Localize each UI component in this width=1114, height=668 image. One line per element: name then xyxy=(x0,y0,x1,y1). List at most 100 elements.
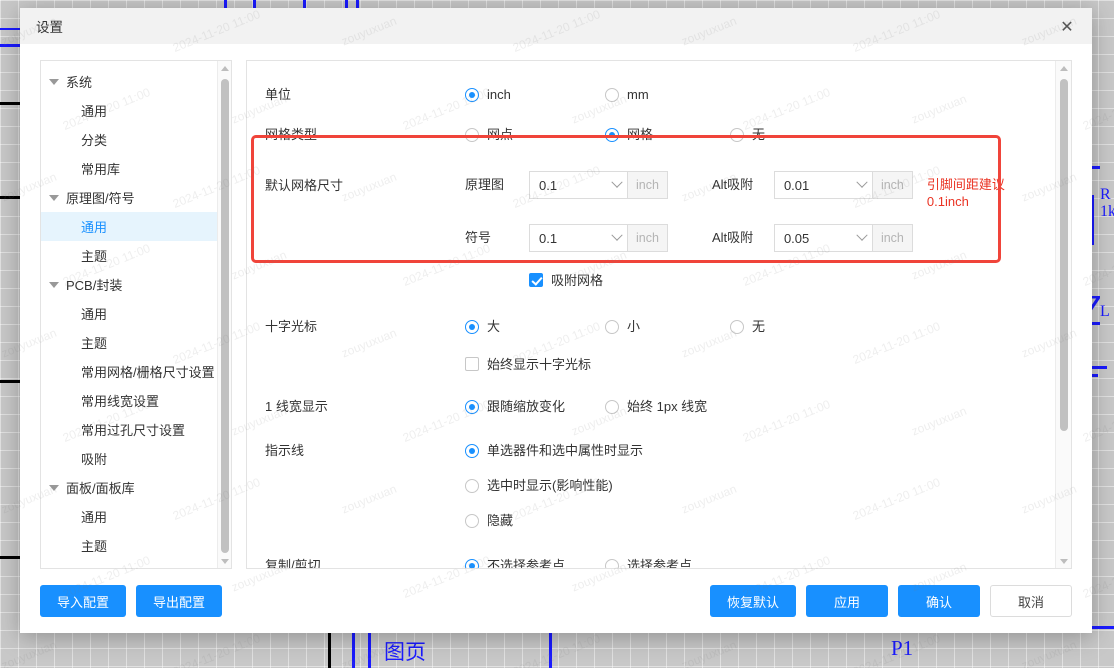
radio-linewidth-scale[interactable]: 跟随缩放变化 xyxy=(465,387,605,418)
nav-group-label: 原理图/符号 xyxy=(66,191,135,206)
radio-crosshair-small[interactable]: 小 xyxy=(605,307,730,338)
checkbox-always-show-crosshair[interactable]: 始终显示十字光标 xyxy=(465,354,591,373)
content-scrollbar-thumb[interactable] xyxy=(1060,79,1068,431)
radio-dot-icon xyxy=(605,559,619,568)
radio-copycut-no-ref[interactable]: 不选择参考点 xyxy=(465,546,605,568)
radio-linewidth-1px[interactable]: 始终 1px 线宽 xyxy=(605,387,707,418)
radio-dot-icon xyxy=(465,479,479,493)
radio-label: 大 xyxy=(487,319,501,334)
radio-gridtype-dots[interactable]: 网点 xyxy=(465,115,605,146)
nav-group-0[interactable]: 系统 xyxy=(41,67,217,96)
nav-item-11[interactable]: 常用线宽设置 xyxy=(41,386,217,415)
radio-dot-icon xyxy=(605,320,619,334)
restore-defaults-button[interactable]: 恢复默认 xyxy=(709,585,796,617)
nav-item-10[interactable]: 常用网格/栅格尺寸设置 xyxy=(41,357,217,386)
nav-item-17[interactable]: 常用字体 xyxy=(41,560,217,568)
dialog-title: 设置 xyxy=(36,20,63,35)
nav-item-9[interactable]: 主题 xyxy=(41,328,217,357)
nav-item-5[interactable]: 通用 xyxy=(41,212,217,241)
checkbox-check-icon xyxy=(529,272,543,287)
confirm-button[interactable]: 确认 xyxy=(898,585,980,617)
title-block-page-label: P1 xyxy=(891,636,914,660)
radio-dot-icon xyxy=(465,128,479,142)
schematic-alt-snap-select-box[interactable]: 0.01 xyxy=(773,171,872,199)
radio-unit-inch[interactable]: inch xyxy=(465,75,605,106)
radio-label: 单选器件和选中属性时显示 xyxy=(487,443,644,458)
radio-dot-icon xyxy=(465,514,479,528)
symbol-grid-select[interactable]: 0.1 inch xyxy=(529,224,668,252)
settings-dialog: 设置 ✕ 系统 通用 分类 常用库 原理图/符号 通用 主题 PCB/封装 通用 主题 常用网格/栅… xyxy=(20,8,1092,633)
row-indicator-line: 指示线 单选器件和选中属性时显示 选中时显示(影响性能) 隐藏 xyxy=(247,431,1055,532)
radio-indicator-hidden[interactable]: 隐藏 xyxy=(465,497,513,532)
checkbox-check-icon xyxy=(465,356,479,371)
nav-item-13[interactable]: 吸附 xyxy=(41,444,217,473)
radio-copycut-pick-ref[interactable]: 选择参考点 xyxy=(605,546,692,568)
checkbox-label: 始终显示十字光标 xyxy=(487,357,592,372)
row-grid-type-label: 网格类型 xyxy=(265,127,318,142)
radio-crosshair-large[interactable]: 大 xyxy=(465,307,605,338)
nav-item-6[interactable]: 主题 xyxy=(41,241,217,270)
radio-label: 不选择参考点 xyxy=(487,558,566,568)
scroll-down-arrow-icon[interactable] xyxy=(1056,554,1071,568)
caret-down-icon xyxy=(49,194,59,201)
symbol-grid-value: 0.1 xyxy=(539,230,558,246)
scroll-up-arrow-icon[interactable] xyxy=(218,61,231,75)
settings-nav-scroll-area: 系统 通用 分类 常用库 原理图/符号 通用 主题 PCB/封装 通用 主题 常用网格/栅格尺寸设置… xyxy=(41,61,217,568)
symbol-alt-snap-select-box[interactable]: 0.05 xyxy=(773,224,872,252)
schematic-alt-snap-value: 0.01 xyxy=(783,177,810,193)
caret-down-icon xyxy=(49,281,59,288)
schematic-alt-snap-unit: inch xyxy=(871,171,913,199)
cancel-button[interactable]: 取消 xyxy=(990,585,1072,617)
symbol-grid-select-box[interactable]: 0.1 xyxy=(529,224,627,252)
component-designator-l: L xyxy=(1100,303,1110,320)
nav-group-label: PCB/封装 xyxy=(66,278,123,293)
apply-button[interactable]: 应用 xyxy=(806,585,888,617)
nav-group-7[interactable]: PCB/封装 xyxy=(41,270,217,299)
scroll-down-arrow-icon[interactable] xyxy=(218,554,231,568)
radio-dot-icon xyxy=(605,88,619,102)
row-unit-label: 单位 xyxy=(265,87,292,102)
content-scrollbar[interactable] xyxy=(1055,61,1071,568)
schematic-grid-select-box[interactable]: 0.1 xyxy=(529,171,627,199)
export-config-button[interactable]: 导出配置 xyxy=(136,585,223,617)
radio-label: 选中时显示(影响性能) xyxy=(487,478,613,493)
checkbox-snap-to-grid[interactable]: 吸附网格 xyxy=(529,270,603,289)
nav-item-2[interactable]: 分类 xyxy=(41,125,217,154)
radio-gridtype-grid[interactable]: 网格 xyxy=(605,115,730,146)
caret-down-icon xyxy=(49,78,59,85)
nav-group-4[interactable]: 原理图/符号 xyxy=(41,183,217,212)
nav-item-1[interactable]: 通用 xyxy=(41,96,217,125)
nav-item-3[interactable]: 常用库 xyxy=(41,154,217,183)
nav-item-label: 通用 xyxy=(81,510,108,525)
radio-indicator-on-select[interactable]: 单选器件和选中属性时显示 xyxy=(465,431,643,462)
nav-item-8[interactable]: 通用 xyxy=(41,299,217,328)
chevron-down-icon xyxy=(856,176,868,188)
pin-spacing-hint-line2: 0.1inch xyxy=(926,194,969,209)
scroll-up-arrow-icon[interactable] xyxy=(1056,61,1071,75)
dialog-titlebar: 设置 ✕ xyxy=(20,8,1092,44)
schematic-alt-snap-select[interactable]: 0.01 inch xyxy=(773,171,913,199)
nav-item-label: 主题 xyxy=(81,336,108,351)
nav-item-16[interactable]: 主题 xyxy=(41,531,217,560)
sidebar-scrollbar-thumb[interactable] xyxy=(221,79,229,553)
radio-dot-icon xyxy=(730,128,744,142)
radio-unit-mm[interactable]: mm xyxy=(605,75,745,106)
import-config-button[interactable]: 导入配置 xyxy=(40,585,127,617)
symbol-grid-label: 符号 xyxy=(465,230,492,245)
schematic-grid-unit: inch xyxy=(627,171,668,199)
nav-item-15[interactable]: 通用 xyxy=(41,502,217,531)
close-icon[interactable]: ✕ xyxy=(1054,13,1080,39)
nav-item-12[interactable]: 常用过孔尺寸设置 xyxy=(41,415,217,444)
radio-label: mm xyxy=(627,87,649,102)
radio-gridtype-none[interactable]: 无 xyxy=(730,115,765,146)
radio-label: 无 xyxy=(752,319,766,334)
radio-crosshair-none[interactable]: 无 xyxy=(730,307,765,338)
radio-indicator-on-highlight[interactable]: 选中时显示(影响性能) xyxy=(465,462,613,497)
row-crosshair: 十字光标 大 小 无 始终显示十字光标 xyxy=(247,307,1055,373)
sidebar-scrollbar[interactable] xyxy=(217,61,231,568)
nav-group-label: 面板/面板库 xyxy=(66,481,135,496)
symbol-alt-snap-select[interactable]: 0.05 inch xyxy=(773,224,913,252)
chevron-down-icon xyxy=(856,229,868,241)
nav-group-14[interactable]: 面板/面板库 xyxy=(41,473,217,502)
schematic-grid-select[interactable]: 0.1 inch xyxy=(529,171,668,199)
